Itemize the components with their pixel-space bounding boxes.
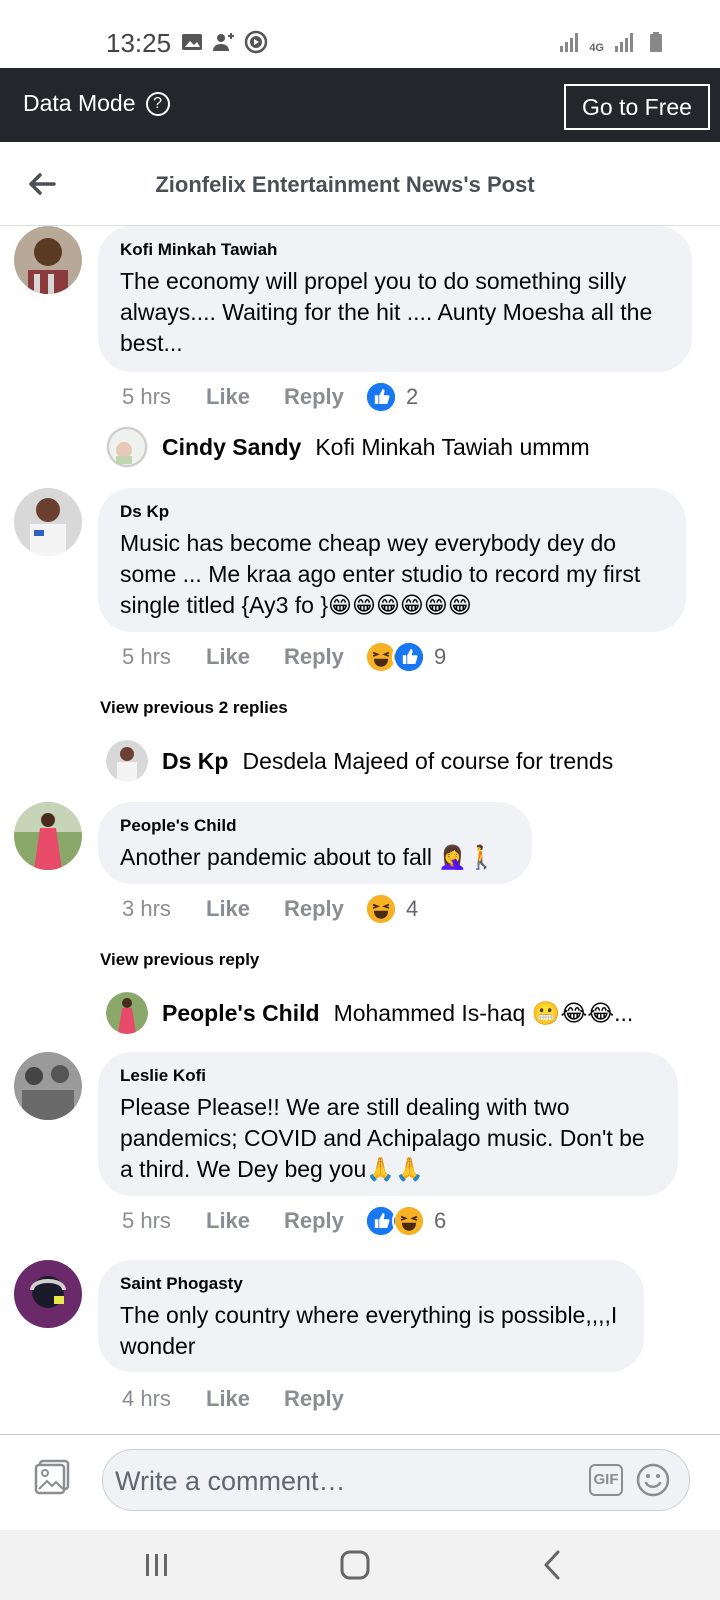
back-icon[interactable] [536,1548,570,1582]
comment-bubble[interactable]: Kofi Minkah Tawiah The economy will prop… [98,226,692,372]
comments-feed[interactable]: Kofi Minkah Tawiah The economy will prop… [0,226,720,1434]
comment-bubble[interactable]: Ds Kp Music has become cheap wey everybo… [98,488,686,632]
avatar[interactable] [106,740,148,782]
emoji-icon[interactable] [635,1462,671,1498]
help-icon[interactable]: ? [145,91,170,116]
data-mode-label[interactable]: Data Mode ? [23,90,170,117]
home-icon[interactable] [338,1548,372,1582]
recent-apps-icon[interactable] [140,1548,174,1582]
reaction-count: 4 [406,896,419,921]
image-icon [182,34,202,50]
comment-bubble[interactable]: People's Child Another pandemic about to… [98,802,532,884]
like-button[interactable]: Like [206,896,284,922]
like-button[interactable]: Like [206,644,284,670]
comment-time[interactable]: 5 hrs [122,384,206,410]
comment-text: The only country where everything is pos… [120,1302,618,1359]
system-nav-bar [0,1530,720,1600]
reply-button[interactable]: Reply [284,384,364,410]
comment-time[interactable]: 5 hrs [122,1208,206,1234]
reply-button[interactable]: Reply [284,1208,364,1234]
comment-actions: 5 hrs Like Reply 6 [122,1204,446,1238]
reply-row[interactable]: People's Child Mohammed Is-haq 😬😂😂... [106,992,633,1034]
comment-actions: 5 hrs Like Reply 9 [122,640,446,674]
reply-text: Mohammed Is-haq 😬😂😂... [333,999,634,1026]
system-icons: 4G [557,30,668,54]
add-person-icon [213,33,234,51]
comment-author[interactable]: Leslie Kofi [120,1066,656,1086]
comment-text: Music has become cheap wey everybody dey… [120,530,641,618]
photo-icon[interactable] [34,1459,70,1495]
reply-button[interactable]: Reply [284,896,364,922]
avatar[interactable] [14,488,82,556]
network-type-label: 4G [589,42,604,54]
reaction-count: 9 [434,644,447,669]
like-button[interactable]: Like [206,384,284,410]
reply-button[interactable]: Reply [284,644,364,670]
play-circle-icon [244,30,268,54]
post-header: Zionfelix Entertainment News's Post [0,142,720,226]
comment-placeholder: Write a comment… [115,1466,346,1496]
reactions[interactable]: 6 [364,1204,446,1238]
gif-icon[interactable]: GIF [589,1464,623,1496]
comment-time[interactable]: 3 hrs [122,896,206,922]
comment-time[interactable]: 5 hrs [122,644,206,670]
comment-input[interactable]: Write a comment… GIF [102,1449,690,1511]
reaction-count: 2 [406,384,419,409]
reply-text: Kofi Minkah Tawiah ummm [315,433,590,460]
battery-icon [650,32,662,52]
like-reaction-icon [392,640,426,674]
comment-actions: 5 hrs Like Reply 2 [122,380,418,414]
haha-reaction-icon [364,892,398,926]
comment-text: The economy will propel you to do someth… [120,268,653,356]
like-reaction-icon [364,380,398,414]
data-mode-bar: Data Mode ? Go to Free [0,68,720,142]
reaction-count: 6 [434,1208,447,1233]
haha-reaction-icon [392,1204,426,1238]
comment-time[interactable]: 4 hrs [122,1386,206,1412]
status-time: 13:25 [106,28,172,58]
comment-text: Please Please!! We are still dealing wit… [120,1094,645,1182]
view-previous-replies-link[interactable]: View previous 2 replies [100,698,288,718]
comment-actions: 4 hrs Like Reply [122,1386,364,1412]
avatar[interactable] [14,1260,82,1328]
page-title: Zionfelix Entertainment News's Post [155,172,535,197]
comment-text: Another pandemic about to fall 🤦‍♀️🚶 [120,844,496,870]
comment-author[interactable]: Ds Kp [120,502,664,522]
avatar[interactable] [14,1052,82,1120]
status-bar: 13:25 4G [0,0,720,68]
avatar[interactable] [106,426,148,468]
comment-bubble[interactable]: Saint Phogasty The only country where ev… [98,1260,644,1372]
comment-bubble[interactable]: Leslie Kofi Please Please!! We are still… [98,1052,678,1196]
reply-button[interactable]: Reply [284,1386,364,1412]
avatar[interactable] [14,802,82,870]
reply-author[interactable]: People's Child [162,1000,320,1027]
go-to-free-button[interactable]: Go to Free [564,84,710,130]
avatar[interactable] [106,992,148,1034]
reply-author[interactable]: Ds Kp [162,748,228,775]
comment-author[interactable]: Kofi Minkah Tawiah [120,240,670,260]
notification-icons [180,30,268,54]
view-previous-reply-link[interactable]: View previous reply [100,950,259,970]
comment-author[interactable]: People's Child [120,816,510,836]
comment-author[interactable]: Saint Phogasty [120,1274,622,1294]
reply-row[interactable]: Ds Kp Desdela Majeed of course for trend… [106,740,613,782]
reactions[interactable]: 4 [364,892,418,926]
reactions[interactable]: 2 [364,380,418,414]
avatar[interactable] [14,226,82,294]
data-mode-text: Data Mode [23,90,136,116]
signal-icon [560,33,579,52]
comment-composer: Write a comment… GIF [0,1434,720,1530]
reply-author[interactable]: Cindy Sandy [162,434,301,461]
reactions[interactable]: 9 [364,640,446,674]
comment-actions: 3 hrs Like Reply 4 [122,892,418,926]
signal-icon-2 [615,33,633,52]
like-button[interactable]: Like [206,1208,284,1234]
like-button[interactable]: Like [206,1386,284,1412]
reply-row[interactable]: Cindy Sandy Kofi Minkah Tawiah ummm [106,426,590,468]
reply-text: Desdela Majeed of course for trends [242,747,614,774]
